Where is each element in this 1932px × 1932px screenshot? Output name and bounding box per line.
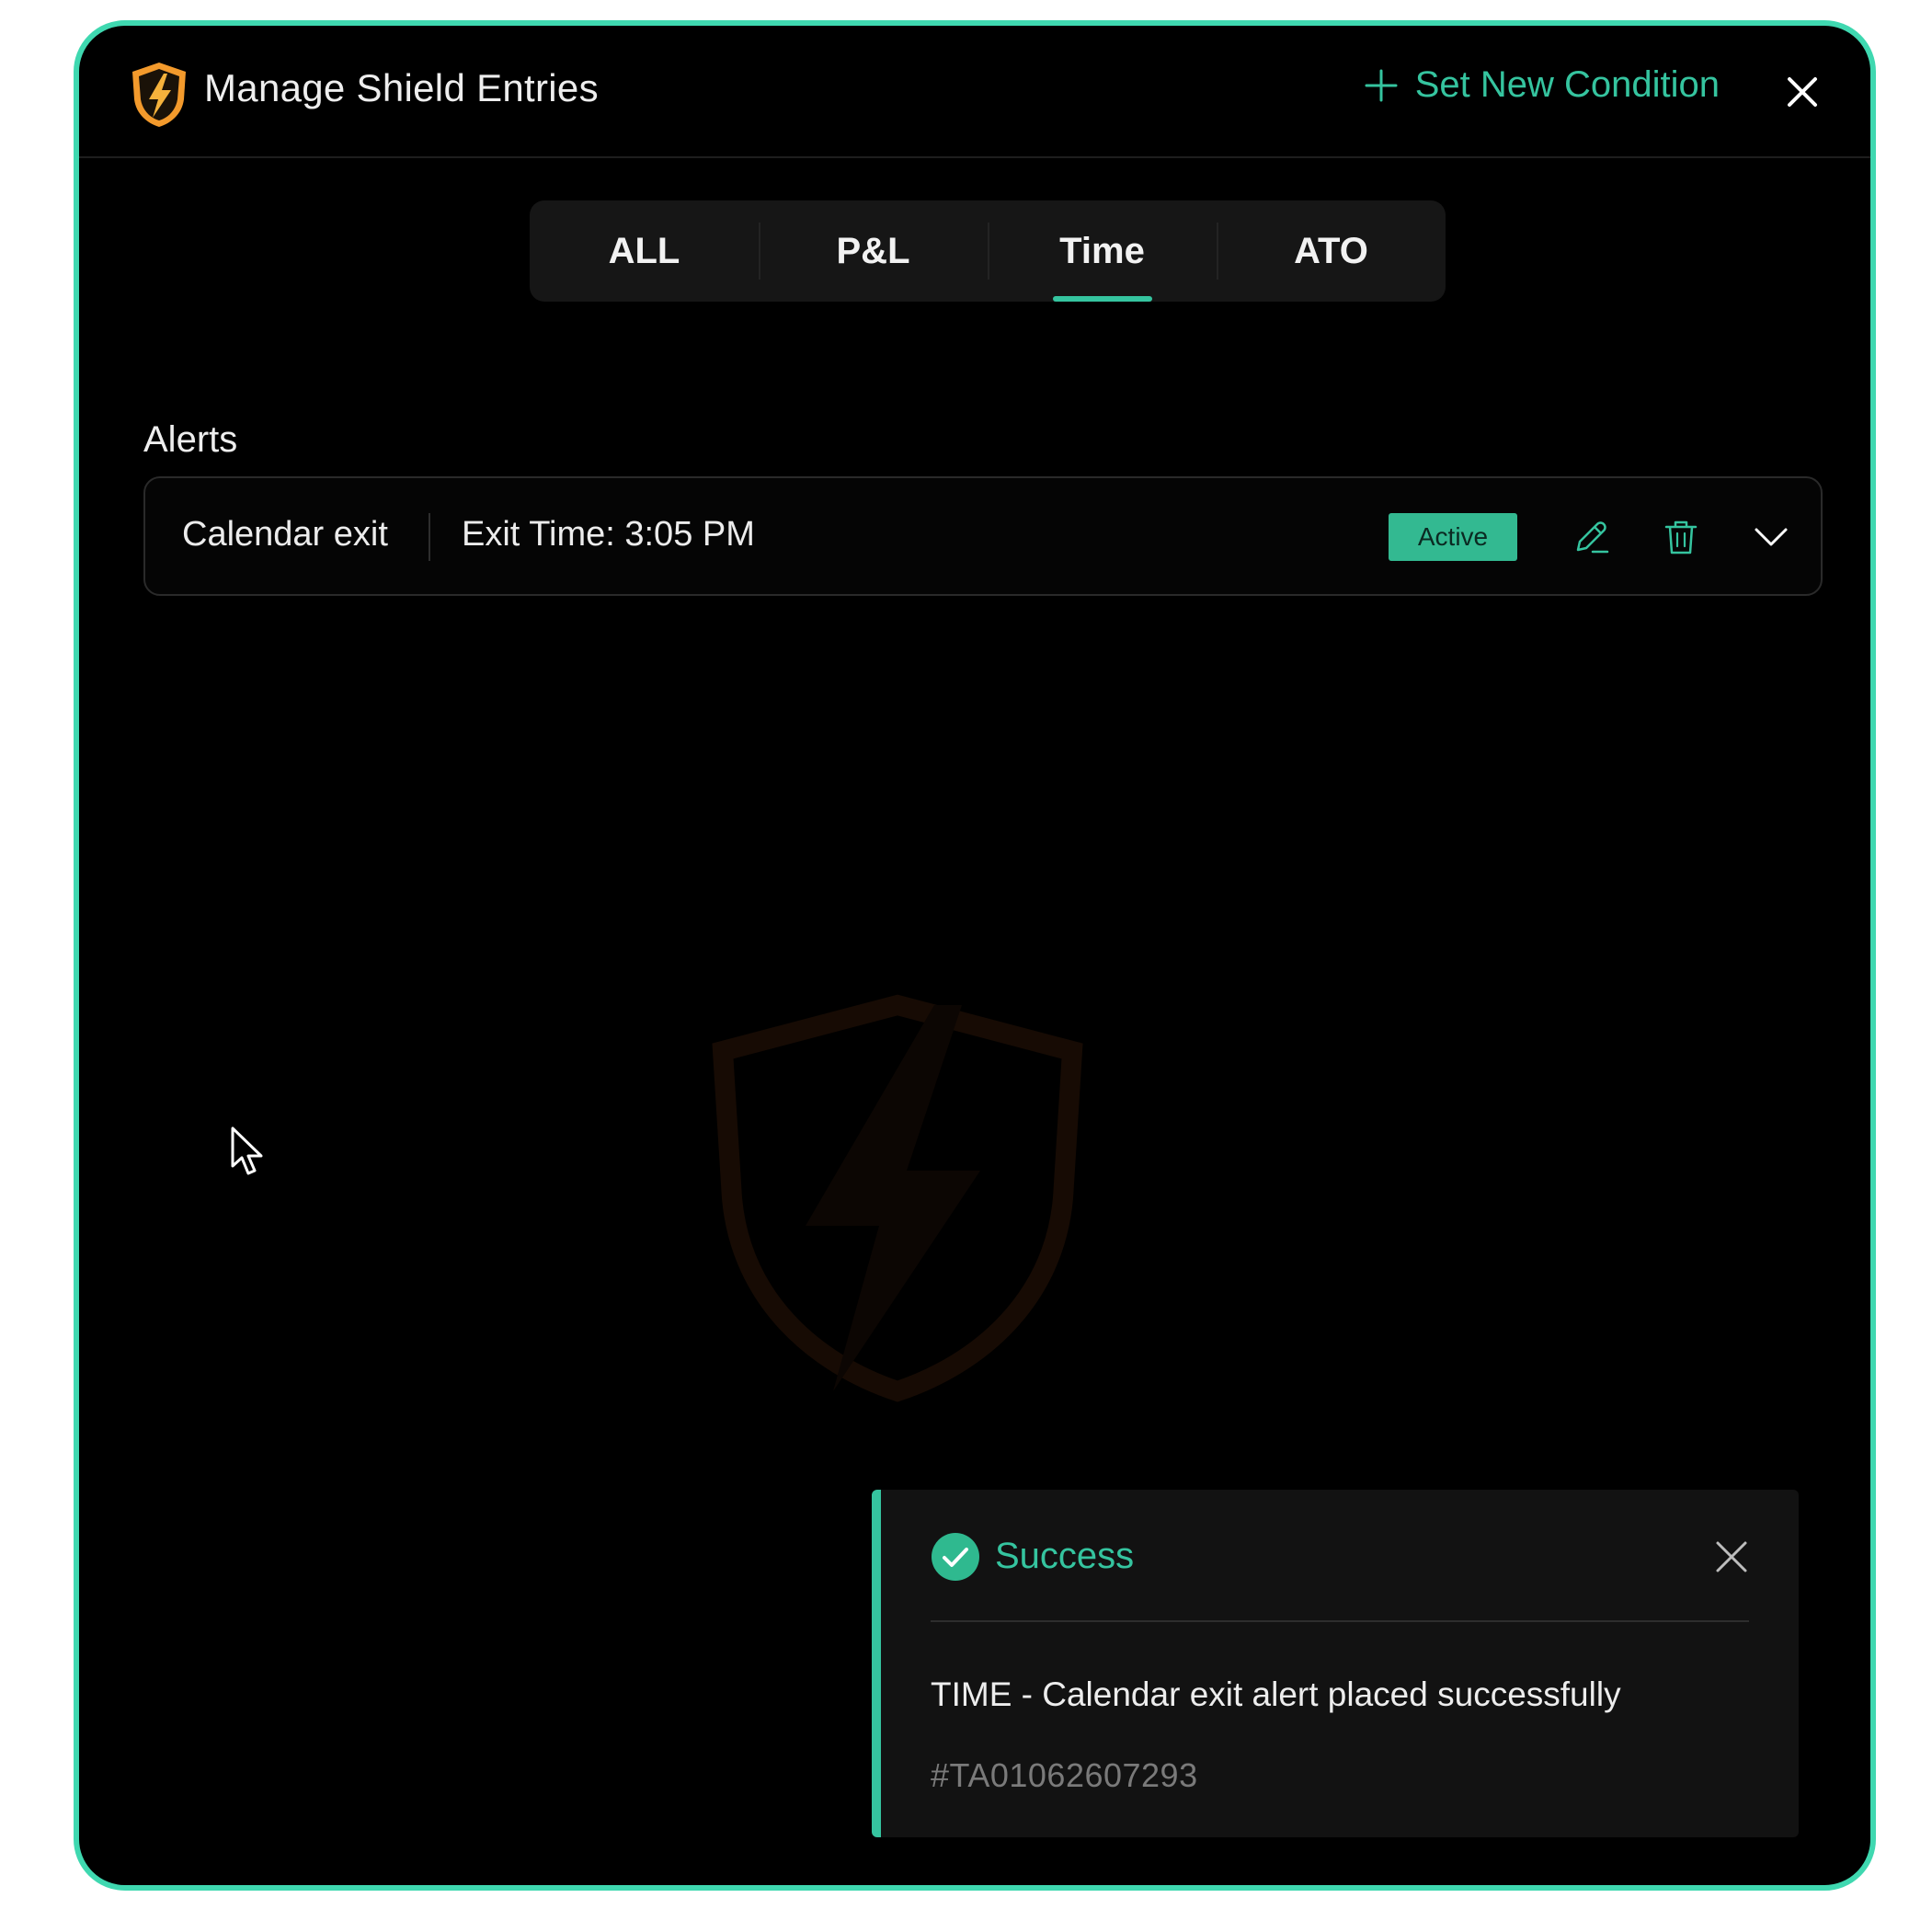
success-toast: Success TIME - Calendar exit alert place…	[872, 1490, 1799, 1837]
manage-shield-modal: Manage Shield Entries Set New Condition …	[74, 20, 1876, 1891]
modal-title: Manage Shield Entries	[204, 66, 599, 109]
shield-watermark-icon	[712, 994, 1083, 1402]
toast-message: TIME - Calendar exit alert placed succes…	[931, 1675, 1621, 1713]
alert-detail: Exit Time: 3:05 PM	[462, 515, 755, 554]
toast-title: Success	[995, 1536, 1135, 1576]
modal-header: Manage Shield Entries Set New Condition	[79, 26, 1870, 158]
set-new-condition-button[interactable]: Set New Condition	[1364, 64, 1720, 106]
tab-pnl[interactable]: P&L	[759, 200, 988, 302]
toast-reference: #TA01062607293	[931, 1756, 1198, 1794]
alerts-heading: Alerts	[143, 419, 238, 460]
tab-ato[interactable]: ATO	[1217, 200, 1446, 302]
close-icon[interactable]	[1784, 74, 1821, 110]
pencil-icon[interactable]	[1571, 517, 1611, 557]
alert-name: Calendar exit	[182, 515, 388, 554]
alert-divider	[429, 513, 430, 561]
status-badge: Active	[1389, 513, 1517, 561]
tab-time[interactable]: Time	[988, 200, 1217, 302]
toast-accent-bar	[872, 1490, 881, 1837]
shield-lightning-icon	[132, 63, 186, 127]
mouse-cursor-icon	[231, 1126, 263, 1175]
plus-icon	[1365, 69, 1398, 101]
trash-icon[interactable]	[1661, 517, 1701, 557]
filter-tabs: ALL P&L Time ATO	[530, 200, 1446, 302]
tab-all[interactable]: ALL	[530, 200, 759, 302]
set-new-condition-label: Set New Condition	[1414, 64, 1720, 105]
close-icon[interactable]	[1714, 1539, 1749, 1574]
check-circle-icon	[932, 1533, 979, 1581]
toast-divider	[931, 1620, 1749, 1622]
alert-row[interactable]: Calendar exit Exit Time: 3:05 PM Active	[143, 476, 1823, 596]
chevron-down-icon[interactable]	[1751, 517, 1791, 557]
